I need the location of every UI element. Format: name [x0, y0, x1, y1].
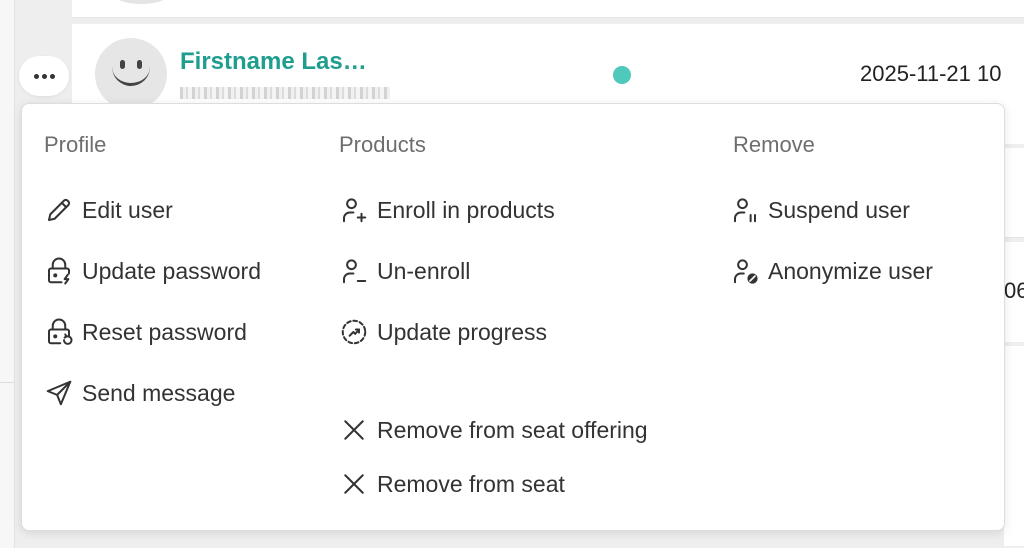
anonymize-user-item[interactable]: Anonymize user	[730, 255, 933, 287]
edit-user-item[interactable]: Edit user	[44, 194, 173, 226]
update-password-label: Update password	[82, 257, 261, 284]
more-actions-button[interactable]	[19, 56, 69, 96]
last-active-date: 2025-11-21 10	[860, 61, 1002, 86]
products-heading: Products	[339, 132, 426, 157]
remove-from-seat-offering-item[interactable]: Remove from seat offering	[339, 414, 648, 446]
user-email-blurred	[180, 87, 390, 99]
user-pause-icon	[734, 198, 756, 223]
user-actions-menu: Profile Edit user Update password Reset …	[21, 103, 1005, 531]
profile-heading: Profile	[44, 132, 107, 157]
enroll-in-products-label: Enroll in products	[377, 196, 555, 223]
gutter-divider	[14, 0, 15, 548]
send-icon	[46, 380, 72, 406]
suspend-user-item[interactable]: Suspend user	[730, 194, 910, 226]
remove-from-seat-label: Remove from seat	[377, 470, 565, 497]
status-indicator	[613, 66, 631, 84]
reset-password-label: Reset password	[82, 318, 247, 345]
update-password-item[interactable]: Update password	[44, 255, 261, 287]
un-enroll-label: Un-enroll	[377, 257, 471, 284]
more-dot-icon	[41, 73, 47, 79]
lock-reset-icon	[48, 318, 73, 345]
x-icon	[344, 420, 364, 440]
avatar	[95, 38, 167, 110]
un-enroll-item[interactable]: Un-enroll	[339, 255, 470, 287]
remove-from-seat-item[interactable]: Remove from seat	[339, 468, 565, 500]
x-icon	[344, 474, 364, 494]
send-message-label: Send message	[82, 379, 236, 406]
user-blocked-icon	[734, 259, 758, 284]
edit-user-label: Edit user	[82, 196, 173, 223]
update-progress-label: Update progress	[377, 318, 548, 345]
more-dot-icon	[49, 73, 55, 79]
user-name-link[interactable]: Firstname Las…	[180, 48, 367, 76]
avatar	[110, 0, 172, 4]
reset-password-item[interactable]: Reset password	[44, 316, 247, 348]
progress-icon	[341, 319, 367, 345]
suspend-user-label: Suspend user	[768, 196, 910, 223]
user-plus-icon	[343, 198, 367, 223]
table-row-edge	[1004, 148, 1024, 238]
more-dot-icon	[33, 73, 39, 79]
remove-heading: Remove	[733, 132, 815, 157]
left-gutter	[0, 0, 14, 548]
user-minus-icon	[343, 259, 367, 284]
avatar-mouth	[112, 64, 150, 86]
lock-lightning-icon	[48, 257, 70, 285]
divider	[0, 382, 14, 383]
enroll-in-products-item[interactable]: Enroll in products	[339, 194, 555, 226]
row-date-peek: 06	[1004, 278, 1024, 303]
send-message-item[interactable]: Send message	[44, 377, 235, 409]
table-row-edge	[1004, 346, 1024, 546]
anonymize-user-label: Anonymize user	[768, 257, 933, 284]
remove-from-seat-offering-label: Remove from seat offering	[377, 416, 648, 443]
table-row-previous	[72, 0, 1024, 18]
pencil-icon	[48, 198, 71, 221]
update-progress-item[interactable]: Update progress	[339, 316, 547, 348]
